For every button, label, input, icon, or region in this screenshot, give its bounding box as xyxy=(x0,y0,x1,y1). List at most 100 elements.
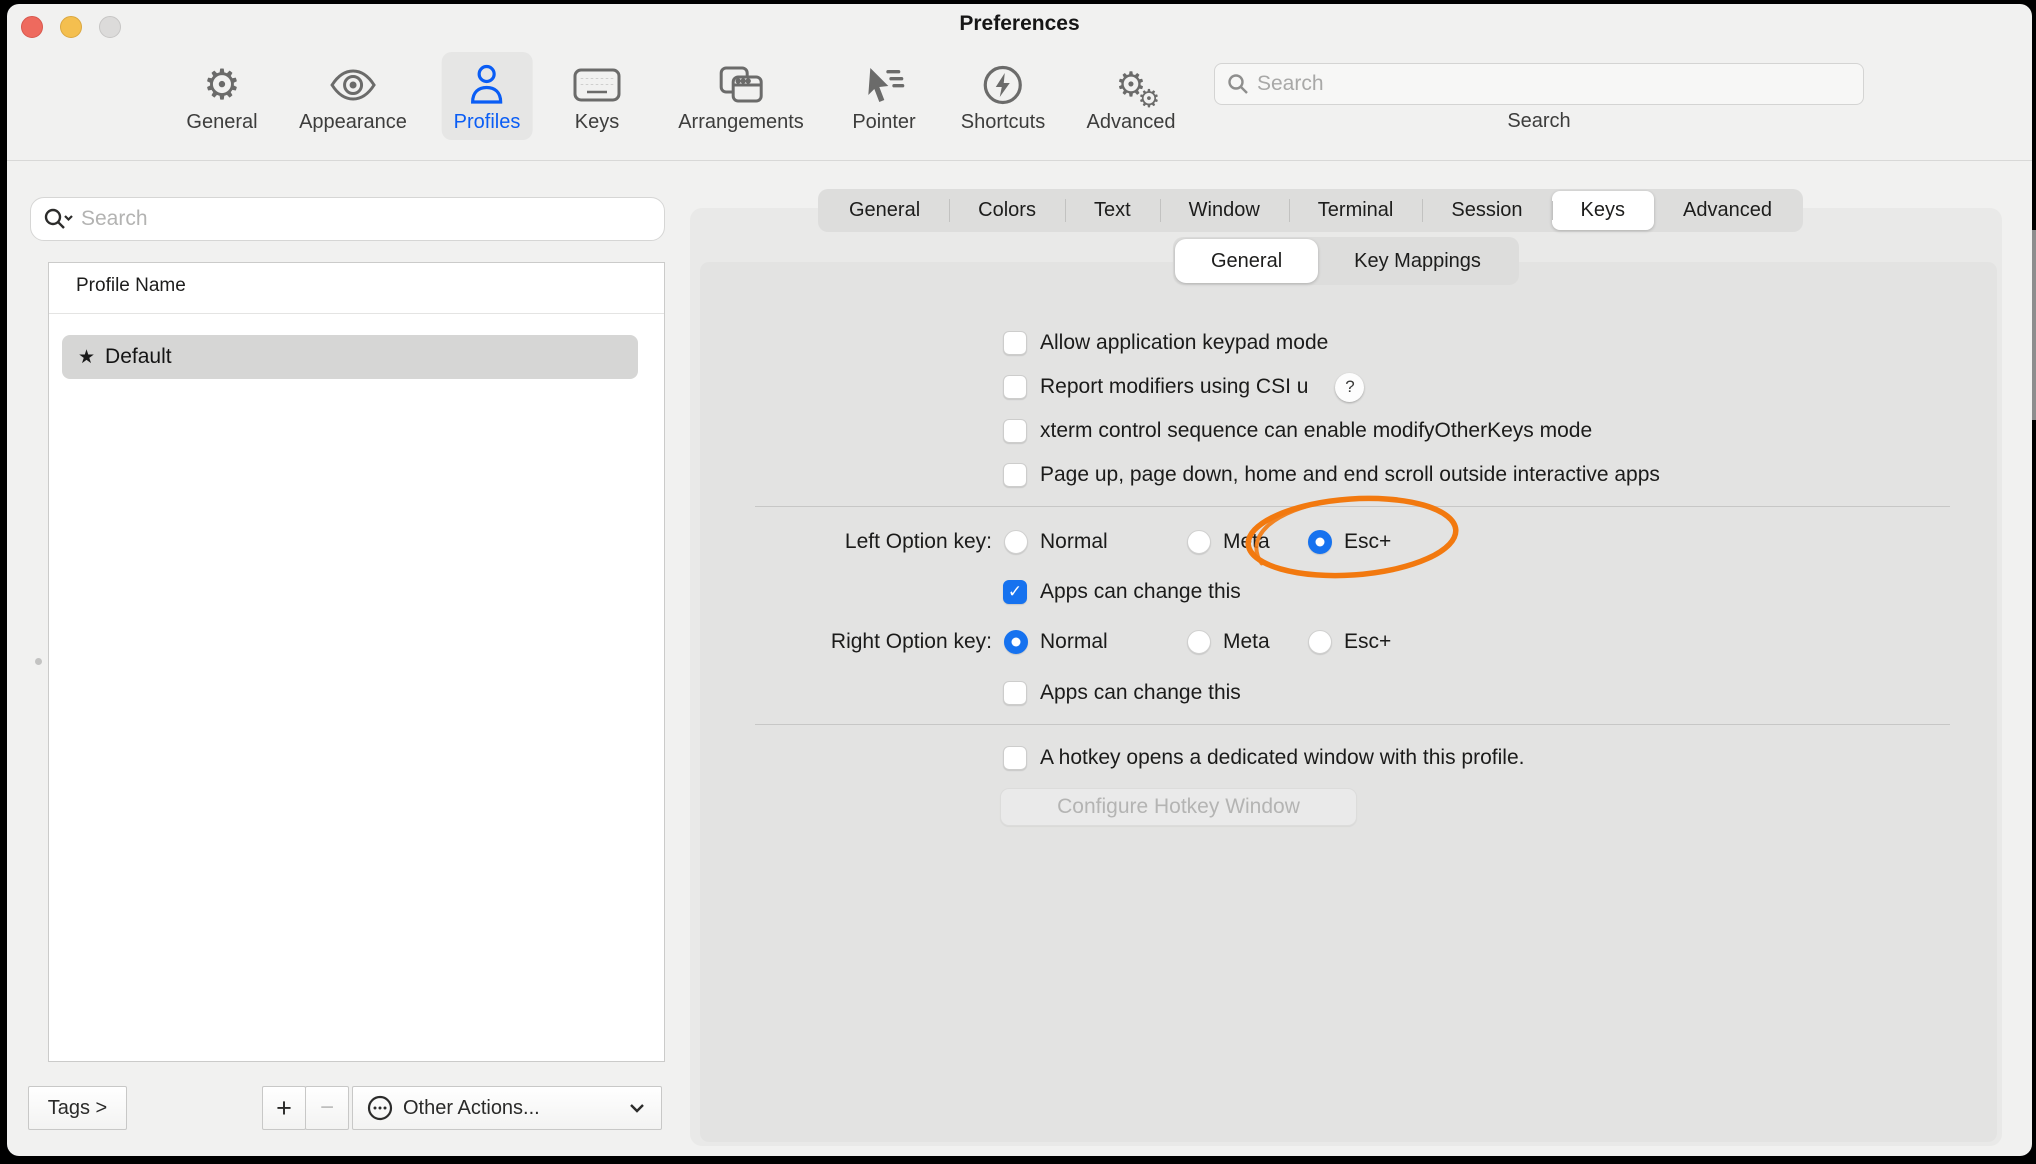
checkbox-label: Report modifiers using CSI u xyxy=(1040,375,1308,399)
page-scroll-checkbox[interactable] xyxy=(1003,463,1027,487)
right-apps-change-checkbox[interactable] xyxy=(1003,681,1027,705)
configure-hotkey-window-button[interactable]: Configure Hotkey Window xyxy=(1000,788,1357,826)
tab-terminal[interactable]: Terminal xyxy=(1289,189,1423,232)
toolbar-item-label: Appearance xyxy=(299,111,407,134)
configure-hotkey-label: Configure Hotkey Window xyxy=(1057,795,1300,819)
radio-icon[interactable] xyxy=(1187,630,1211,654)
checkbox-row: Apps can change this xyxy=(1003,678,1241,708)
toolbar-item-advanced[interactable]: ⚙⚙ Advanced xyxy=(1075,52,1188,140)
toolbar-divider xyxy=(7,160,2032,161)
section-divider xyxy=(755,506,1950,507)
windows-icon xyxy=(718,60,764,109)
radio-right-normal[interactable]: Normal xyxy=(1004,627,1108,657)
toolbar-search-placeholder: Search xyxy=(1257,72,1324,96)
tags-button[interactable]: Tags > xyxy=(28,1086,127,1130)
toolbar-item-profiles[interactable]: Profiles xyxy=(442,52,533,140)
checkbox-label: Page up, page down, home and end scroll … xyxy=(1040,463,1660,487)
radio-icon[interactable] xyxy=(1004,530,1028,554)
radio-icon[interactable] xyxy=(1004,630,1028,654)
zoom-button[interactable] xyxy=(99,16,121,38)
left-option-row: Left Option key: Normal Meta Esc+ xyxy=(700,527,1997,557)
toolbar-item-label: General xyxy=(186,111,257,134)
checkbox-row: xterm control sequence can enable modify… xyxy=(1003,416,1592,446)
toolbar-search-label: Search xyxy=(1214,110,1864,133)
left-apps-change-checkbox[interactable]: ✓ xyxy=(1003,580,1027,604)
bolt-circle-icon xyxy=(982,60,1024,109)
cursor-icon xyxy=(862,60,906,109)
person-icon xyxy=(469,60,505,109)
checkbox-label: Apps can change this xyxy=(1040,580,1241,604)
right-option-label: Right Option key: xyxy=(700,627,992,657)
tab-keys[interactable]: Keys xyxy=(1552,191,1654,231)
tags-button-label: Tags > xyxy=(48,1097,107,1120)
toolbar-item-label: Shortcuts xyxy=(961,111,1045,134)
tab-colors[interactable]: Colors xyxy=(949,189,1065,232)
profile-row-default[interactable]: ★ Default xyxy=(62,335,638,379)
toolbar-item-label: Profiles xyxy=(454,111,521,134)
remove-profile-button[interactable]: − xyxy=(305,1086,349,1130)
toolbar-item-general[interactable]: ⚙ General xyxy=(174,52,269,140)
star-icon: ★ xyxy=(78,346,95,368)
profile-name: Default xyxy=(105,345,172,369)
profile-list-header: Profile Name xyxy=(76,275,186,297)
keys-general-content: Allow application keypad mode Report mod… xyxy=(700,262,1997,1142)
checkbox-row: ✓ Apps can change this xyxy=(1003,577,1241,607)
subtab-general[interactable]: General xyxy=(1175,239,1318,283)
csi-u-checkbox[interactable] xyxy=(1003,375,1027,399)
radio-left-meta[interactable]: Meta xyxy=(1187,527,1270,557)
profile-search-field[interactable]: Search xyxy=(30,197,665,241)
left-option-label: Left Option key: xyxy=(700,527,992,557)
toolbar-item-shortcuts[interactable]: Shortcuts xyxy=(949,52,1057,140)
radio-icon[interactable] xyxy=(1308,530,1332,554)
checkbox-row: Report modifiers using CSI u ? xyxy=(1003,372,1364,402)
checkbox-label: xterm control sequence can enable modify… xyxy=(1040,419,1592,443)
tab-advanced[interactable]: Advanced xyxy=(1654,189,1801,232)
tab-text[interactable]: Text xyxy=(1065,189,1160,232)
toolbar-item-keys[interactable]: Keys xyxy=(561,52,633,140)
background-window-artifact xyxy=(2032,230,2036,420)
help-button[interactable]: ? xyxy=(1335,373,1364,402)
right-option-row: Right Option key: Normal Meta Esc+ xyxy=(700,627,1997,657)
modify-other-keys-checkbox[interactable] xyxy=(1003,419,1027,443)
radio-left-normal[interactable]: Normal xyxy=(1004,527,1108,557)
profiles-tab-bar: General Colors Text Window Terminal Sess… xyxy=(818,189,1803,232)
radio-label: Normal xyxy=(1040,630,1108,654)
keyboard-icon xyxy=(573,60,621,109)
checkbox-row: Allow application keypad mode xyxy=(1003,328,1328,358)
tab-session[interactable]: Session xyxy=(1422,189,1551,232)
other-actions-dropdown[interactable]: Other Actions... xyxy=(352,1086,662,1130)
minimize-button[interactable] xyxy=(60,16,82,38)
toolbar-item-appearance[interactable]: Appearance xyxy=(287,52,419,140)
subtab-key-mappings[interactable]: Key Mappings xyxy=(1318,237,1517,285)
close-button[interactable] xyxy=(21,16,43,38)
minus-icon: − xyxy=(320,1094,334,1122)
radio-icon[interactable] xyxy=(1308,630,1332,654)
add-profile-button[interactable]: + xyxy=(262,1086,306,1130)
toolbar-search-field[interactable]: Search xyxy=(1214,63,1864,105)
toolbar-item-label: Keys xyxy=(575,111,619,134)
chevron-down-icon xyxy=(629,1103,645,1113)
tab-window[interactable]: Window xyxy=(1160,189,1289,232)
split-handle-dot xyxy=(35,658,42,665)
hotkey-window-checkbox[interactable] xyxy=(1003,746,1027,770)
radio-icon[interactable] xyxy=(1187,530,1211,554)
toolbar-item-label: Advanced xyxy=(1087,111,1176,134)
tab-general[interactable]: General xyxy=(820,189,949,232)
search-icon xyxy=(1227,73,1249,95)
radio-left-esc[interactable]: Esc+ xyxy=(1308,527,1391,557)
keys-subtab-bar: General Key Mappings xyxy=(1173,237,1519,285)
search-scope-icon xyxy=(43,207,73,231)
profile-list: Profile Name ★ Default xyxy=(48,262,665,1062)
checkbox-row: A hotkey opens a dedicated window with t… xyxy=(1003,743,1524,773)
toolbar-item-label: Pointer xyxy=(852,111,915,134)
allow-keypad-checkbox[interactable] xyxy=(1003,331,1027,355)
radio-label: Normal xyxy=(1040,530,1108,554)
toolbar-item-arrangements[interactable]: Arrangements xyxy=(666,52,816,140)
checkbox-label: Allow application keypad mode xyxy=(1040,331,1328,355)
checkbox-label: A hotkey opens a dedicated window with t… xyxy=(1040,746,1524,770)
radio-right-esc[interactable]: Esc+ xyxy=(1308,627,1391,657)
keys-tab-panel: Allow application keypad mode Report mod… xyxy=(700,262,1997,1142)
toolbar-item-label: Arrangements xyxy=(678,111,804,134)
toolbar-item-pointer[interactable]: Pointer xyxy=(840,52,927,140)
radio-right-meta[interactable]: Meta xyxy=(1187,627,1270,657)
